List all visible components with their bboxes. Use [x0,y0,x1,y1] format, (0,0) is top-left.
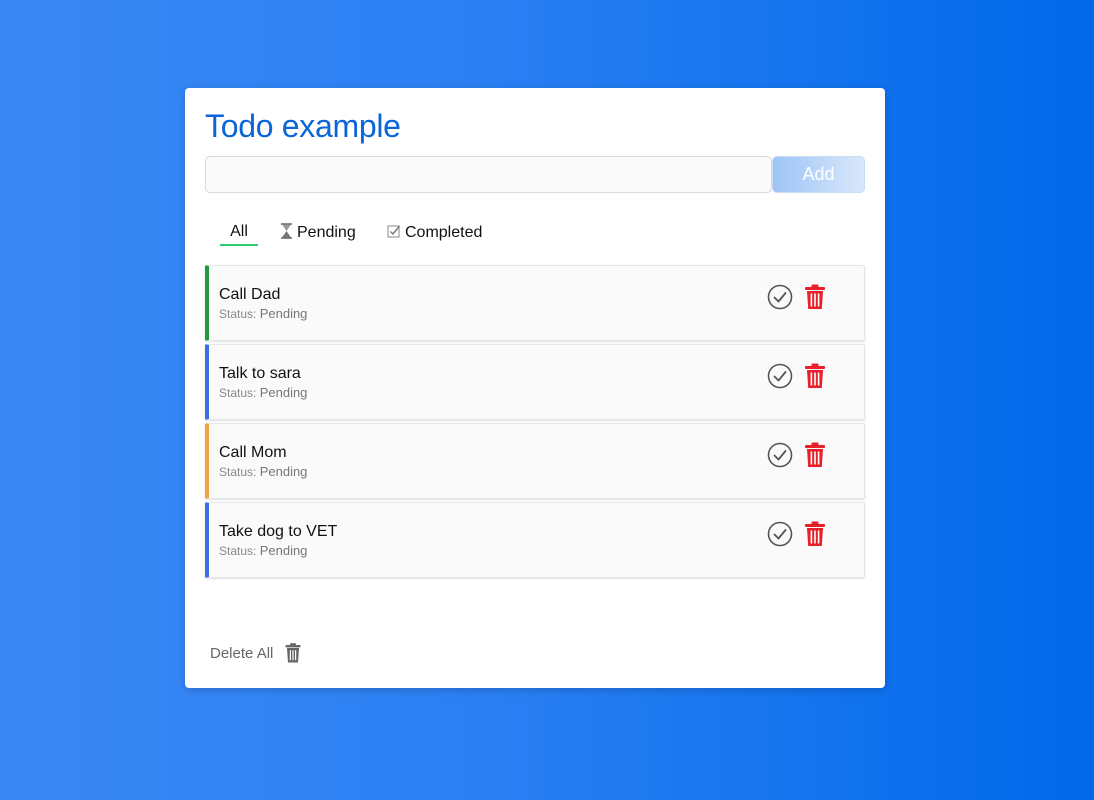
todo-item: Call Dad Status: Pending [205,265,865,341]
tab-completed[interactable]: Completed [387,222,482,244]
todo-item: Talk to sara Status: Pending [205,344,865,420]
complete-check-icon[interactable] [767,363,793,389]
status-label: Status: [219,544,257,558]
todo-text: Talk to sara [219,365,301,382]
page-title: Todo example [205,108,401,144]
trash-icon[interactable] [804,442,826,468]
status-value: Pending [259,464,308,479]
complete-check-icon[interactable] [767,521,793,547]
delete-all-label: Delete All [210,644,274,662]
status-value: Pending [259,385,308,400]
todo-list: Call Dad Status: Pending Talk to sara St… [205,265,865,581]
tab-all[interactable]: All [220,222,258,246]
tab-label: All [230,223,248,240]
todo-status: Status: Pending [219,464,307,479]
tab-label: Completed [405,224,483,241]
hourglass-icon [280,222,293,244]
todo-status: Status: Pending [219,306,307,321]
complete-check-icon[interactable] [767,442,793,468]
tab-label: Pending [297,224,356,241]
todo-item: Call Mom Status: Pending [205,423,865,499]
trash-icon[interactable] [804,521,826,547]
tab-pending[interactable]: Pending [280,222,356,244]
trash-icon[interactable] [804,284,826,310]
todo-status: Status: Pending [219,543,307,558]
todo-input[interactable] [205,156,772,193]
todo-item: Take dog to VET Status: Pending [205,502,865,578]
todo-text: Call Mom [219,444,287,461]
trash-icon[interactable] [804,363,826,389]
status-label: Status: [219,307,257,321]
checkbox-icon [387,224,401,243]
todo-card: Todo example Add All Pending Completed C… [185,88,885,688]
status-label: Status: [219,465,257,479]
todo-status: Status: Pending [219,385,307,400]
trash-icon [285,643,301,663]
status-value: Pending [259,306,308,321]
status-value: Pending [259,543,308,558]
todo-text: Call Dad [219,286,281,303]
filter-tabs: All Pending Completed [205,222,605,246]
complete-check-icon[interactable] [767,284,793,310]
status-label: Status: [219,386,257,400]
delete-all-button[interactable]: Delete All [210,643,301,663]
add-todo-row: Add [205,156,865,193]
todo-text: Take dog to VET [219,523,338,540]
add-button[interactable]: Add [772,156,865,193]
